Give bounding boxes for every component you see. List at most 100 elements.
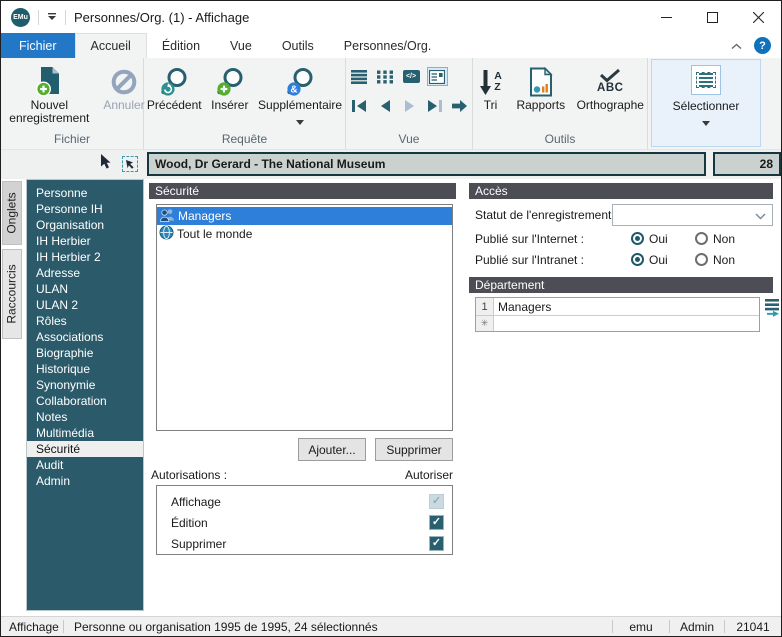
- minimize-button[interactable]: [643, 1, 689, 33]
- access-group-title: Accès: [475, 184, 508, 198]
- sidebar-item-notes[interactable]: Notes: [27, 409, 143, 425]
- select-button[interactable]: Sélectionner: [651, 59, 761, 147]
- sidebar-item-ulan-2[interactable]: ULAN 2: [27, 297, 143, 313]
- sidebar-item-historique[interactable]: Historique: [27, 361, 143, 377]
- previous-record-icon[interactable]: [374, 96, 395, 115]
- department-lookup-icon[interactable]: [764, 298, 781, 320]
- record-summary-bar: Wood, Dr Gerard - The National Museum: [147, 152, 706, 176]
- window-title: Personnes/Org. (1) - Affichage: [74, 9, 250, 25]
- permission-checkbox-edition[interactable]: ✓: [429, 515, 444, 530]
- sidebar-item-audit[interactable]: Audit: [27, 457, 143, 473]
- ribbon-group-requete: Précédent Insérer & Supplémentaire Requê…: [144, 58, 346, 149]
- sidebar-item-biographie[interactable]: Biographie: [27, 345, 143, 361]
- previous-query-icon: [159, 64, 189, 99]
- sidebar-item-ih-herbier[interactable]: IH Herbier: [27, 233, 143, 249]
- sidebar-item-ulan[interactable]: ULAN: [27, 281, 143, 297]
- insert-button[interactable]: Insérer: [206, 63, 253, 112]
- tab-personnes-org[interactable]: Personnes/Org.: [329, 33, 447, 58]
- tab-outils[interactable]: Outils: [267, 33, 329, 58]
- chevron-down-icon: [755, 213, 766, 220]
- sidebar-item-synonymie[interactable]: Synonymie: [27, 377, 143, 393]
- maximize-button[interactable]: [689, 1, 735, 33]
- department-new-row[interactable]: ✳: [476, 316, 759, 331]
- sort-label: Tri: [483, 98, 498, 112]
- sidebar-item-roles[interactable]: Rôles: [27, 313, 143, 329]
- new-record-label: Nouvel enregistrement: [9, 98, 90, 125]
- previous-query-button[interactable]: Précédent: [144, 63, 204, 112]
- help-icon[interactable]: ?: [754, 37, 771, 54]
- last-record-icon[interactable]: [424, 96, 445, 115]
- sidebar-item-multimedia[interactable]: Multimédia: [27, 425, 143, 441]
- permission-checkbox-affichage: ✓: [429, 494, 444, 509]
- additional-dropdown-caret-icon: [296, 114, 305, 128]
- goto-record-icon[interactable]: [449, 96, 470, 115]
- sidebar-item-personne[interactable]: Personne: [27, 185, 143, 201]
- sort-z-glyph: Z: [494, 80, 501, 93]
- department-value-cell[interactable]: Managers: [494, 298, 759, 315]
- department-row-1[interactable]: 1 Managers: [476, 298, 759, 316]
- permission-name: Supprimer: [171, 536, 227, 551]
- no-label: Non: [713, 231, 736, 246]
- cursor-tool-icon[interactable]: [100, 154, 113, 173]
- sidebar-item-securite[interactable]: Sécurité: [27, 441, 143, 457]
- sidebar-item-adresse[interactable]: Adresse: [27, 265, 143, 281]
- intranet-no-radio[interactable]: Non: [695, 252, 735, 267]
- ribbon-group-select: Sélectionner: [648, 58, 781, 149]
- select-region-icon[interactable]: [122, 155, 138, 172]
- record-header-row: Wood, Dr Gerard - The National Museum 28: [1, 150, 781, 179]
- grid-view-icon[interactable]: [375, 67, 396, 86]
- sidebar-item-collaboration[interactable]: Collaboration: [27, 393, 143, 409]
- tab-fichier[interactable]: Fichier: [1, 33, 75, 58]
- code-view-icon[interactable]: </>: [401, 67, 422, 86]
- collapse-ribbon-icon[interactable]: [731, 39, 742, 53]
- spelling-button[interactable]: ABC Orthographe: [574, 63, 647, 112]
- security-groups-list[interactable]: Managers Tout le monde: [156, 204, 453, 431]
- new-record-icon: [34, 64, 64, 99]
- sidebar-item-admin[interactable]: Admin: [27, 473, 143, 489]
- sidebar-item-organisation[interactable]: Organisation: [27, 217, 143, 233]
- sidebar-item-personne-ih[interactable]: Personne IH: [27, 201, 143, 217]
- users-icon: [159, 208, 175, 225]
- side-tab-raccourcis[interactable]: Raccourcis: [2, 249, 22, 339]
- new-record-button[interactable]: Nouvel enregistrement: [1, 63, 99, 125]
- permission-checkbox-supprimer[interactable]: ✓: [429, 536, 444, 551]
- cancel-button: Annuler: [103, 63, 145, 112]
- tab-accueil[interactable]: Accueil: [74, 33, 147, 59]
- internet-no-radio[interactable]: Non: [695, 231, 735, 246]
- side-tab-onglets[interactable]: Onglets: [2, 181, 22, 245]
- record-status-dropdown[interactable]: [612, 204, 773, 226]
- radio-on-icon[interactable]: [631, 253, 644, 266]
- permission-name: Édition: [171, 515, 208, 530]
- security-group-tout-le-monde[interactable]: Tout le monde: [157, 225, 452, 243]
- form-view-icon[interactable]: [426, 67, 448, 86]
- quick-access-caret-icon[interactable]: [47, 10, 57, 24]
- add-group-button[interactable]: Ajouter...: [298, 438, 366, 461]
- sort-button[interactable]: AZ Tri: [473, 63, 508, 112]
- close-button[interactable]: [735, 1, 781, 33]
- list-view-icon[interactable]: [349, 67, 370, 86]
- internet-yes-radio[interactable]: Oui: [631, 231, 668, 246]
- radio-on-icon[interactable]: [631, 232, 644, 245]
- insert-icon: [215, 64, 245, 99]
- radio-off-icon[interactable]: [695, 232, 708, 245]
- titlebar-separator: [65, 9, 66, 25]
- reports-button[interactable]: Rapports: [514, 63, 567, 112]
- intranet-yes-radio[interactable]: Oui: [631, 252, 668, 267]
- globe-icon: [159, 225, 174, 243]
- sidebar-item-ih-herbier-2[interactable]: IH Herbier 2: [27, 249, 143, 265]
- security-group-managers[interactable]: Managers: [157, 207, 452, 225]
- first-record-icon[interactable]: [349, 96, 370, 115]
- additional-query-button[interactable]: & Supplémentaire: [255, 63, 345, 128]
- radio-off-icon[interactable]: [695, 253, 708, 266]
- cancel-icon: [110, 64, 138, 99]
- tab-edition[interactable]: Édition: [147, 33, 215, 58]
- app-window: EMu Personnes/Org. (1) - Affichage Fichi…: [0, 0, 782, 637]
- department-table[interactable]: 1 Managers ✳: [475, 297, 760, 332]
- department-empty-cell[interactable]: [494, 316, 759, 331]
- delete-group-button[interactable]: Supprimer: [375, 438, 453, 461]
- tab-vue[interactable]: Vue: [215, 33, 267, 58]
- side-tab-onglets-label: Onglets: [5, 192, 20, 234]
- insert-label: Insérer: [211, 98, 249, 112]
- permission-row-supprimer: Supprimer ✓: [157, 533, 452, 554]
- sidebar-item-associations[interactable]: Associations: [27, 329, 143, 345]
